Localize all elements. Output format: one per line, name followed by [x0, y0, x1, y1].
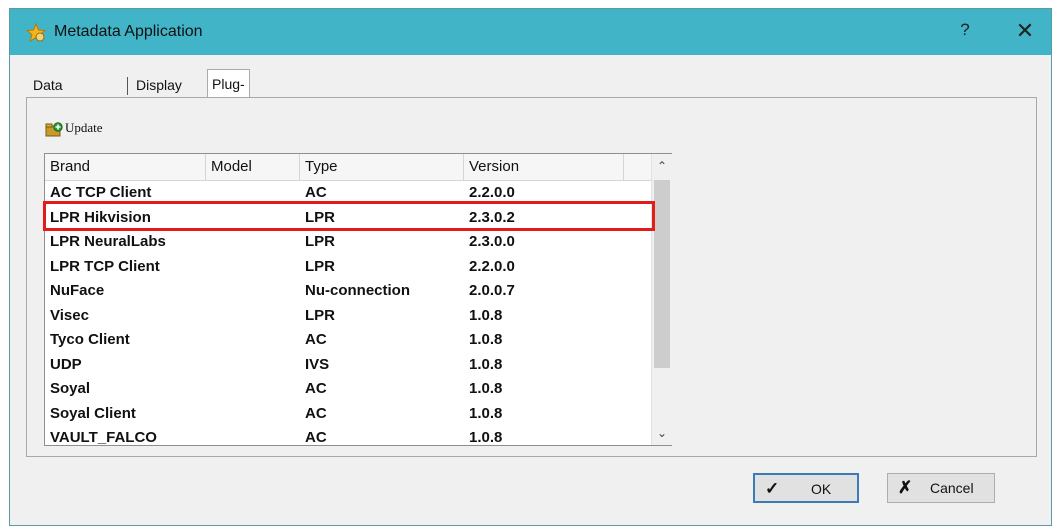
type-cell: LPR — [305, 257, 335, 275]
type-cell: AC — [305, 184, 327, 201]
brand-cell: VAULT_FALCO — [50, 429, 157, 446]
window-title: Metadata Application — [54, 23, 203, 40]
table-row[interactable]: NuFace Nu-connection 2.0.0.7 — [45, 279, 651, 304]
update-button[interactable]: Update — [45, 120, 103, 142]
table-row[interactable]: LPR Hikvision LPR 2.3.0.2 — [45, 206, 651, 231]
metadata-application-dialog: Metadata Application ? ✕ Data Source Dis… — [9, 8, 1052, 526]
list-rows: AC TCP Client AC 2.2.0.0 LPR Hikvision LPR 2… — [45, 181, 651, 451]
plug-in-panel: Update Brand Model Type Version AC TCP C… — [26, 97, 1037, 457]
update-icon — [45, 122, 63, 137]
brand-cell: Soyal — [50, 380, 91, 397]
version-cell: 2.3.0.2 — [469, 208, 515, 226]
brand-cell: LPR Hikvision — [50, 208, 151, 226]
version-cell: 2.2.0.0 — [469, 257, 515, 275]
brand-cell: LPR TCP Client — [50, 257, 160, 275]
table-row[interactable]: Soyal AC 1.0.8 — [45, 377, 651, 402]
type-cell: AC — [305, 331, 327, 348]
list-header: Brand Model Type Version — [45, 154, 651, 181]
title-bar: Metadata Application ? ✕ — [10, 9, 1051, 55]
cancel-label: Cancel — [930, 480, 974, 496]
version-cell: 1.0.8 — [469, 380, 503, 397]
ok-button[interactable]: ✓ OK — [753, 473, 859, 503]
version-cell: 2.3.0.0 — [469, 233, 515, 250]
table-row[interactable]: LPR NeuralLabs LPR 2.3.0.0 — [45, 230, 651, 255]
type-cell: AC — [305, 404, 327, 422]
scroll-thumb[interactable] — [654, 180, 670, 368]
version-cell: 1.0.8 — [469, 306, 503, 324]
version-cell: 1.0.8 — [469, 355, 503, 373]
tab-display[interactable]: Display — [132, 71, 186, 99]
table-row[interactable]: Tyco Client AC 1.0.8 — [45, 328, 651, 353]
version-cell: 2.0.0.7 — [469, 282, 515, 299]
tab-data-source[interactable]: Data Source — [29, 71, 81, 121]
brand-cell: NuFace — [50, 282, 105, 299]
version-cell: 1.0.8 — [469, 331, 503, 348]
brand-cell: LPR NeuralLabs — [50, 233, 166, 250]
type-cell: LPR — [305, 306, 335, 324]
app-icon — [25, 23, 47, 43]
column-header-version[interactable]: Version — [464, 154, 624, 180]
table-row[interactable]: LPR TCP Client LPR 2.2.0.0 — [45, 255, 651, 280]
update-label: Update — [65, 120, 103, 135]
tab-plug-in[interactable]: Plug-in — [207, 69, 250, 120]
table-row[interactable]: UDP IVS 1.0.8 — [45, 353, 651, 378]
version-cell: 2.2.0.0 — [469, 184, 515, 201]
help-button[interactable]: ? — [950, 20, 980, 44]
ok-label: OK — [811, 481, 832, 497]
brand-cell: AC TCP Client — [50, 184, 152, 201]
checkmark-icon: ✓ — [765, 479, 780, 498]
tab-separator — [127, 77, 128, 95]
table-row[interactable]: Soyal Client AC 1.0.8 — [45, 402, 651, 427]
table-row[interactable]: Visec LPR 1.0.8 — [45, 304, 651, 329]
column-header-model[interactable]: Model — [206, 154, 300, 180]
type-cell: Nu-connection — [305, 282, 410, 299]
brand-cell: Visec — [50, 306, 89, 324]
brand-cell: Soyal Client — [50, 404, 136, 422]
scroll-up-icon[interactable]: ⌃ — [652, 156, 672, 176]
type-cell: AC — [305, 380, 327, 397]
type-cell: LPR — [305, 233, 335, 250]
column-header-brand[interactable]: Brand — [45, 154, 206, 180]
table-row[interactable]: VAULT_FALCO AC 1.0.8 — [45, 426, 651, 451]
cancel-button[interactable]: ✗ Cancel — [887, 473, 995, 503]
type-cell: LPR — [305, 208, 335, 226]
type-cell: IVS — [305, 355, 330, 373]
vertical-scrollbar[interactable]: ⌃ ⌄ — [651, 154, 672, 445]
scroll-down-icon[interactable]: ⌄ — [652, 423, 672, 443]
version-cell: 1.0.8 — [469, 429, 503, 446]
brand-cell: UDP — [50, 355, 82, 373]
column-header-type[interactable]: Type — [300, 154, 464, 180]
type-cell: AC — [305, 429, 327, 446]
plugin-list[interactable]: Brand Model Type Version AC TCP Client AC… — [44, 153, 672, 446]
table-row[interactable]: AC TCP Client AC 2.2.0.0 — [45, 181, 651, 206]
x-icon: ✗ — [898, 478, 913, 497]
version-cell: 1.0.8 — [469, 404, 503, 422]
brand-cell: Tyco Client — [50, 331, 130, 348]
close-button[interactable]: ✕ — [1005, 17, 1045, 45]
